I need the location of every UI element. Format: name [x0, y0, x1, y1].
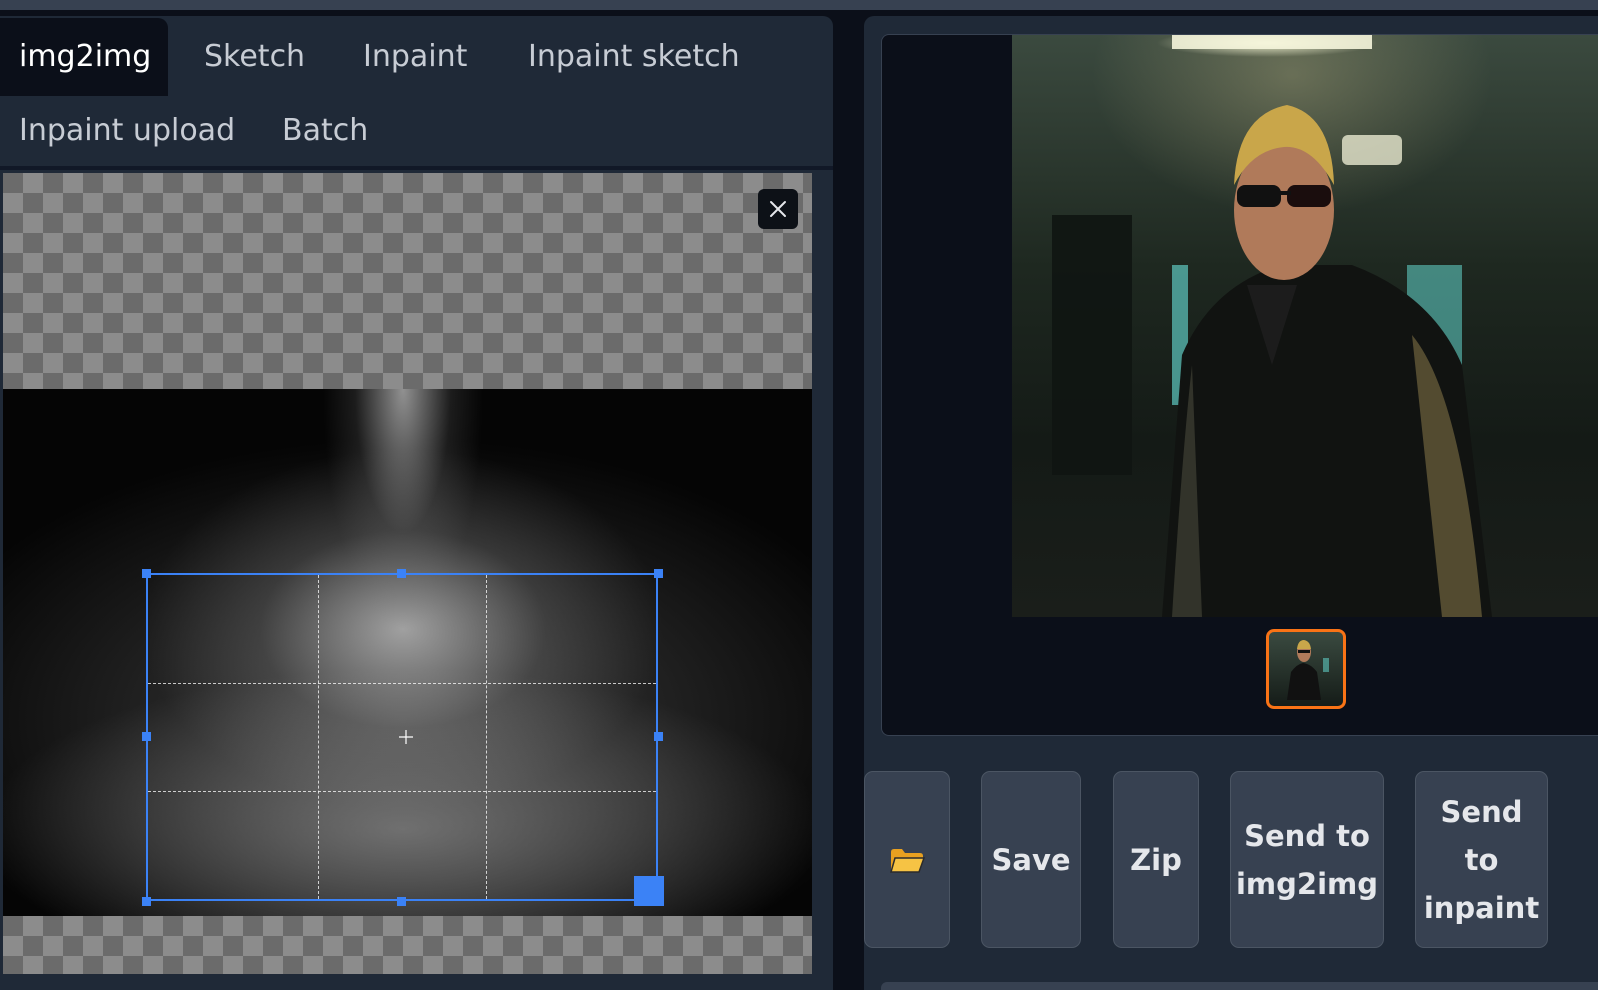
next-section-edge: [881, 982, 1598, 990]
save-button[interactable]: Save: [981, 771, 1081, 948]
crop-handle-top-left[interactable]: [142, 569, 151, 578]
zip-button-label: Zip: [1130, 842, 1182, 877]
top-toolbar-strip: [0, 0, 1598, 10]
send-to-inpaint-label-line2: to: [1464, 842, 1499, 877]
zip-button[interactable]: Zip: [1113, 771, 1199, 948]
generated-image[interactable]: [1012, 35, 1598, 617]
crop-handle-left[interactable]: [142, 732, 151, 741]
transparent-background-top: [3, 173, 812, 389]
crop-grid-line: [486, 575, 487, 899]
tab-img2img[interactable]: img2img: [0, 18, 168, 96]
send-to-img2img-button[interactable]: Send to img2img: [1230, 771, 1384, 948]
send-to-inpaint-label-line3: inpaint: [1423, 890, 1540, 925]
tab-inpaint-upload[interactable]: Inpaint upload: [19, 92, 235, 170]
close-icon: [770, 201, 786, 217]
tab-sketch[interactable]: Sketch: [204, 18, 305, 96]
gallery-thumbnail[interactable]: [1266, 629, 1346, 709]
send-to-inpaint-button[interactable]: Send to inpaint: [1415, 771, 1548, 948]
crop-grid-line: [148, 683, 656, 684]
crop-grid-line: [148, 791, 656, 792]
clear-image-button[interactable]: [758, 189, 798, 229]
output-panel: Save Zip Send to img2img Send to inpaint: [864, 16, 1598, 990]
tab-inpaint[interactable]: Inpaint: [363, 18, 467, 96]
output-gallery: [881, 34, 1598, 736]
thumbnail-figure: [1287, 640, 1329, 700]
folder-icon: [890, 848, 925, 873]
tab-batch[interactable]: Batch: [282, 92, 368, 170]
save-button-label: Save: [991, 842, 1071, 877]
crop-handle-top[interactable]: [397, 569, 406, 578]
tab-inpaint-sketch[interactable]: Inpaint sketch: [528, 18, 740, 96]
send-to-img2img-label-line2: img2img: [1235, 866, 1378, 901]
send-to-img2img-label-line1: Send to: [1244, 818, 1370, 853]
crop-handle-top-right[interactable]: [654, 569, 663, 578]
crop-center-crosshair-icon: [399, 730, 413, 744]
generated-image-figure: [1052, 35, 1492, 617]
crop-handle-bottom-right[interactable]: [634, 876, 664, 906]
open-folder-button[interactable]: [864, 771, 950, 948]
crop-grid-line: [318, 575, 319, 899]
crop-handle-bottom-left[interactable]: [142, 897, 151, 906]
crop-handle-bottom[interactable]: [397, 897, 406, 906]
tabs-divider: [0, 166, 833, 170]
crop-handle-right[interactable]: [654, 732, 663, 741]
send-to-inpaint-label-line1: Send: [1440, 794, 1523, 829]
transparent-background-bottom: [3, 916, 812, 974]
